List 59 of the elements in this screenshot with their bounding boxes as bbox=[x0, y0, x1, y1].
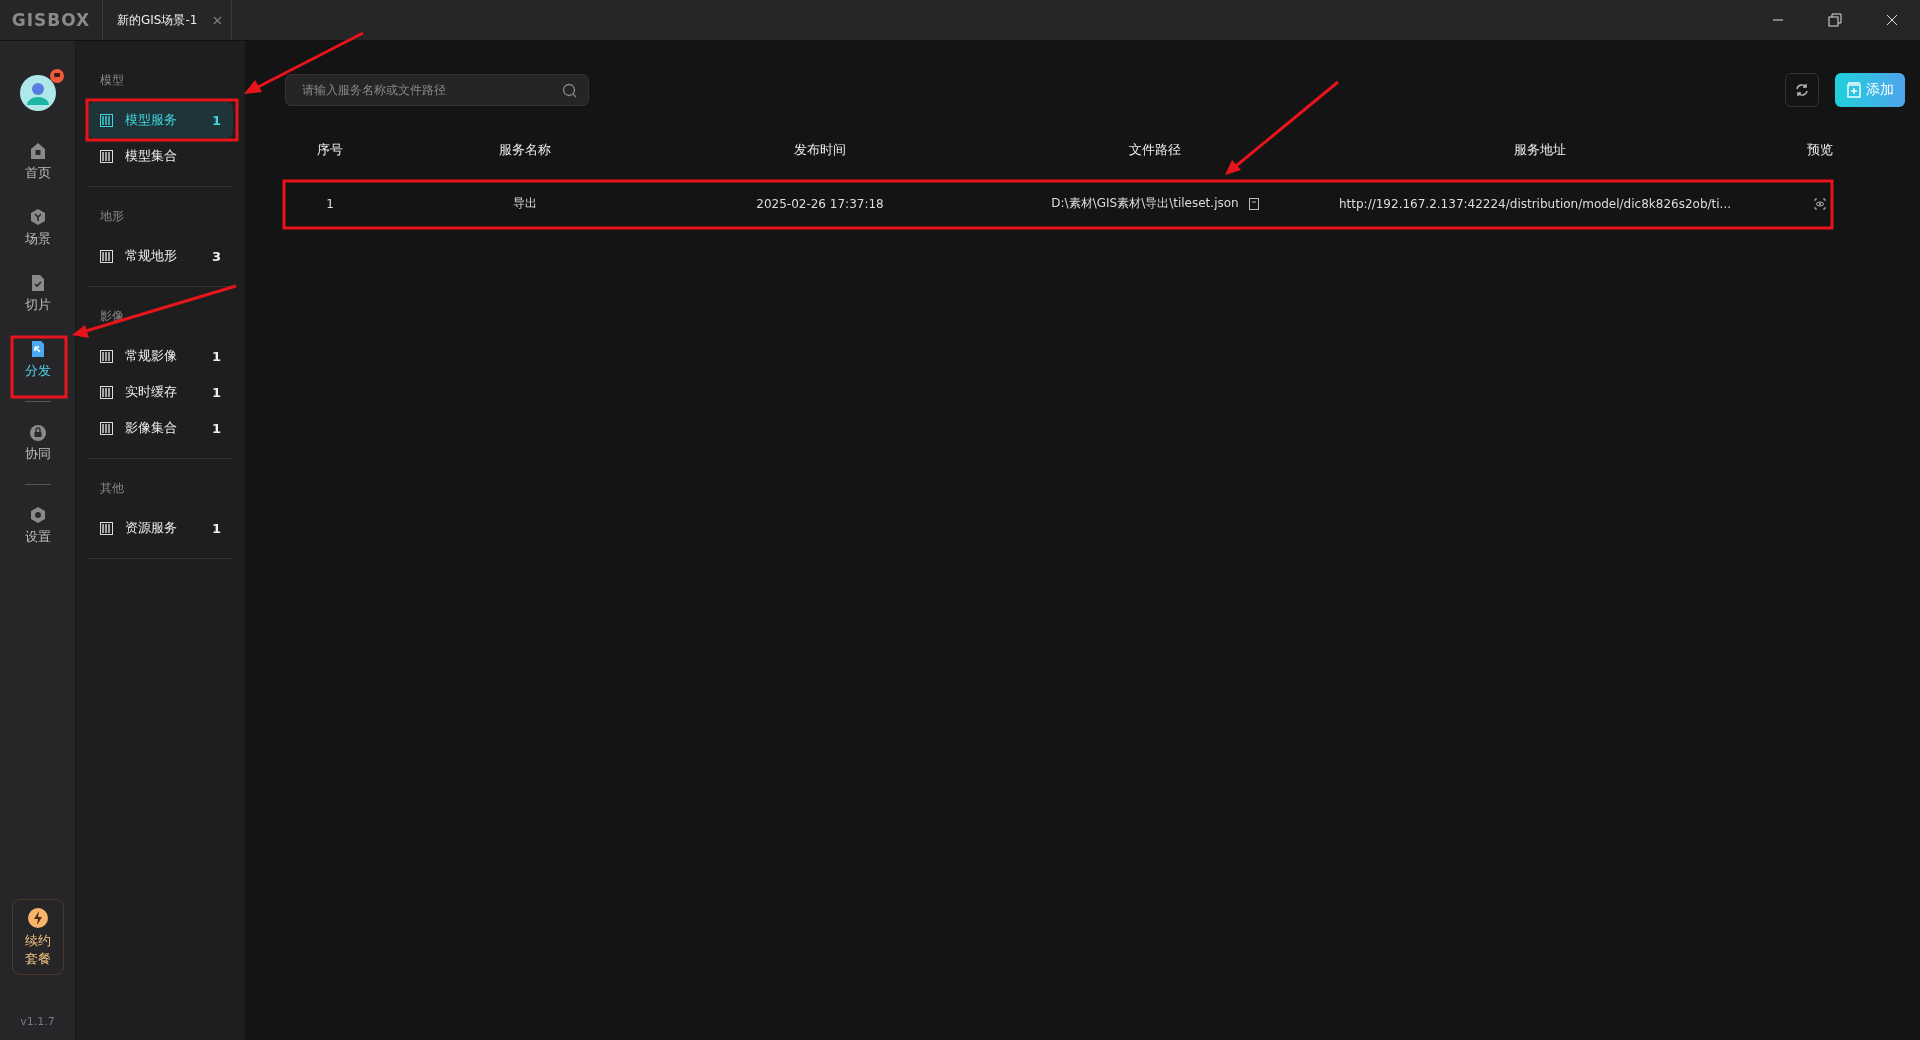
nav-item[interactable]: 设置 bbox=[18, 498, 57, 554]
table-cell: 导出 bbox=[513, 195, 537, 212]
column-header: 预览 bbox=[1807, 141, 1833, 159]
user-avatar[interactable] bbox=[19, 75, 56, 111]
add-document-icon bbox=[1846, 82, 1862, 98]
table-cell: 2025-02-26 17:37:18 bbox=[756, 196, 884, 211]
layer-icon bbox=[100, 113, 113, 127]
app-logo: GISBOX bbox=[10, 10, 92, 30]
search-field[interactable]: 请输入服务名称或文件路径 bbox=[285, 74, 589, 106]
section-heading: 地形 bbox=[99, 209, 125, 224]
close-icon[interactable] bbox=[1886, 14, 1898, 26]
column-header: 发布时间 bbox=[794, 141, 846, 159]
home-icon bbox=[28, 142, 47, 160]
sidebar-item[interactable]: 模型集合 bbox=[88, 138, 233, 174]
refresh-icon bbox=[1794, 82, 1810, 98]
search-icon bbox=[562, 83, 577, 98]
layer-icon bbox=[100, 385, 113, 399]
layer-icon bbox=[100, 349, 113, 363]
nav-item[interactable]: 首页 bbox=[18, 134, 57, 190]
cube-icon bbox=[28, 208, 47, 226]
document-icon[interactable] bbox=[1248, 197, 1259, 210]
column-header: 服务地址 bbox=[1514, 141, 1566, 159]
section-heading: 影像 bbox=[99, 309, 125, 324]
column-header: 文件路径 bbox=[1129, 141, 1181, 159]
section-heading: 模型 bbox=[99, 73, 125, 88]
section-heading: 其他 bbox=[99, 481, 125, 496]
sidebar-item[interactable]: 模型服务 1 bbox=[88, 102, 233, 138]
column-header: 序号 bbox=[317, 141, 343, 159]
layer-icon bbox=[100, 249, 113, 263]
lock-icon bbox=[28, 423, 47, 441]
renew-plan-button[interactable]: 续约 套餐 bbox=[11, 899, 64, 975]
eye-scan-icon[interactable] bbox=[1814, 197, 1826, 210]
layer-icon bbox=[100, 149, 113, 163]
sidebar-item[interactable]: 常规地形 3 bbox=[88, 238, 233, 274]
table-cell: http://192.167.2.137:42224/distribution/model/dic8k826s2ob/ti... bbox=[1338, 196, 1732, 211]
restore-icon[interactable] bbox=[1828, 13, 1842, 27]
nav-item[interactable]: 协同 bbox=[18, 415, 57, 471]
scene-tab[interactable]: 新的GIS场景-1 × bbox=[102, 0, 233, 40]
nav-item[interactable]: 场景 bbox=[18, 200, 57, 256]
table-row[interactable]: 1 导出 2025-02-26 17:37:18 D:\素材\GIS素材\导出\tileset.json http://192.167.2.137:42224/distribution/model/dic8k826s2ob/ti... bbox=[285, 180, 1905, 227]
settings-icon bbox=[28, 506, 47, 524]
table-cell: D:\素材\GIS素材\导出\tileset.json bbox=[1051, 195, 1239, 212]
annotation-box bbox=[10, 335, 68, 399]
close-tab-button[interactable]: × bbox=[211, 12, 224, 28]
refresh-button[interactable] bbox=[1785, 73, 1819, 107]
sidebar-item[interactable]: 影像集合 1 bbox=[88, 410, 233, 446]
sidebar-item[interactable]: 资源服务 1 bbox=[88, 510, 233, 546]
layer-icon bbox=[100, 521, 113, 535]
nav-item[interactable]: 分发 bbox=[18, 332, 57, 388]
layer-icon bbox=[100, 421, 113, 435]
sidebar-item[interactable]: 常规影像 1 bbox=[88, 338, 233, 374]
tab-title: 新的GIS场景-1 bbox=[117, 11, 198, 29]
sidebar-item[interactable]: 实时缓存 1 bbox=[88, 374, 233, 410]
version-label: v1.1.7 bbox=[20, 1015, 55, 1028]
flag-badge-icon bbox=[49, 69, 64, 83]
nav-item[interactable]: 切片 bbox=[18, 266, 57, 322]
lightning-icon bbox=[27, 908, 48, 928]
table-cell: 1 bbox=[326, 196, 334, 211]
column-header: 服务名称 bbox=[499, 141, 551, 159]
